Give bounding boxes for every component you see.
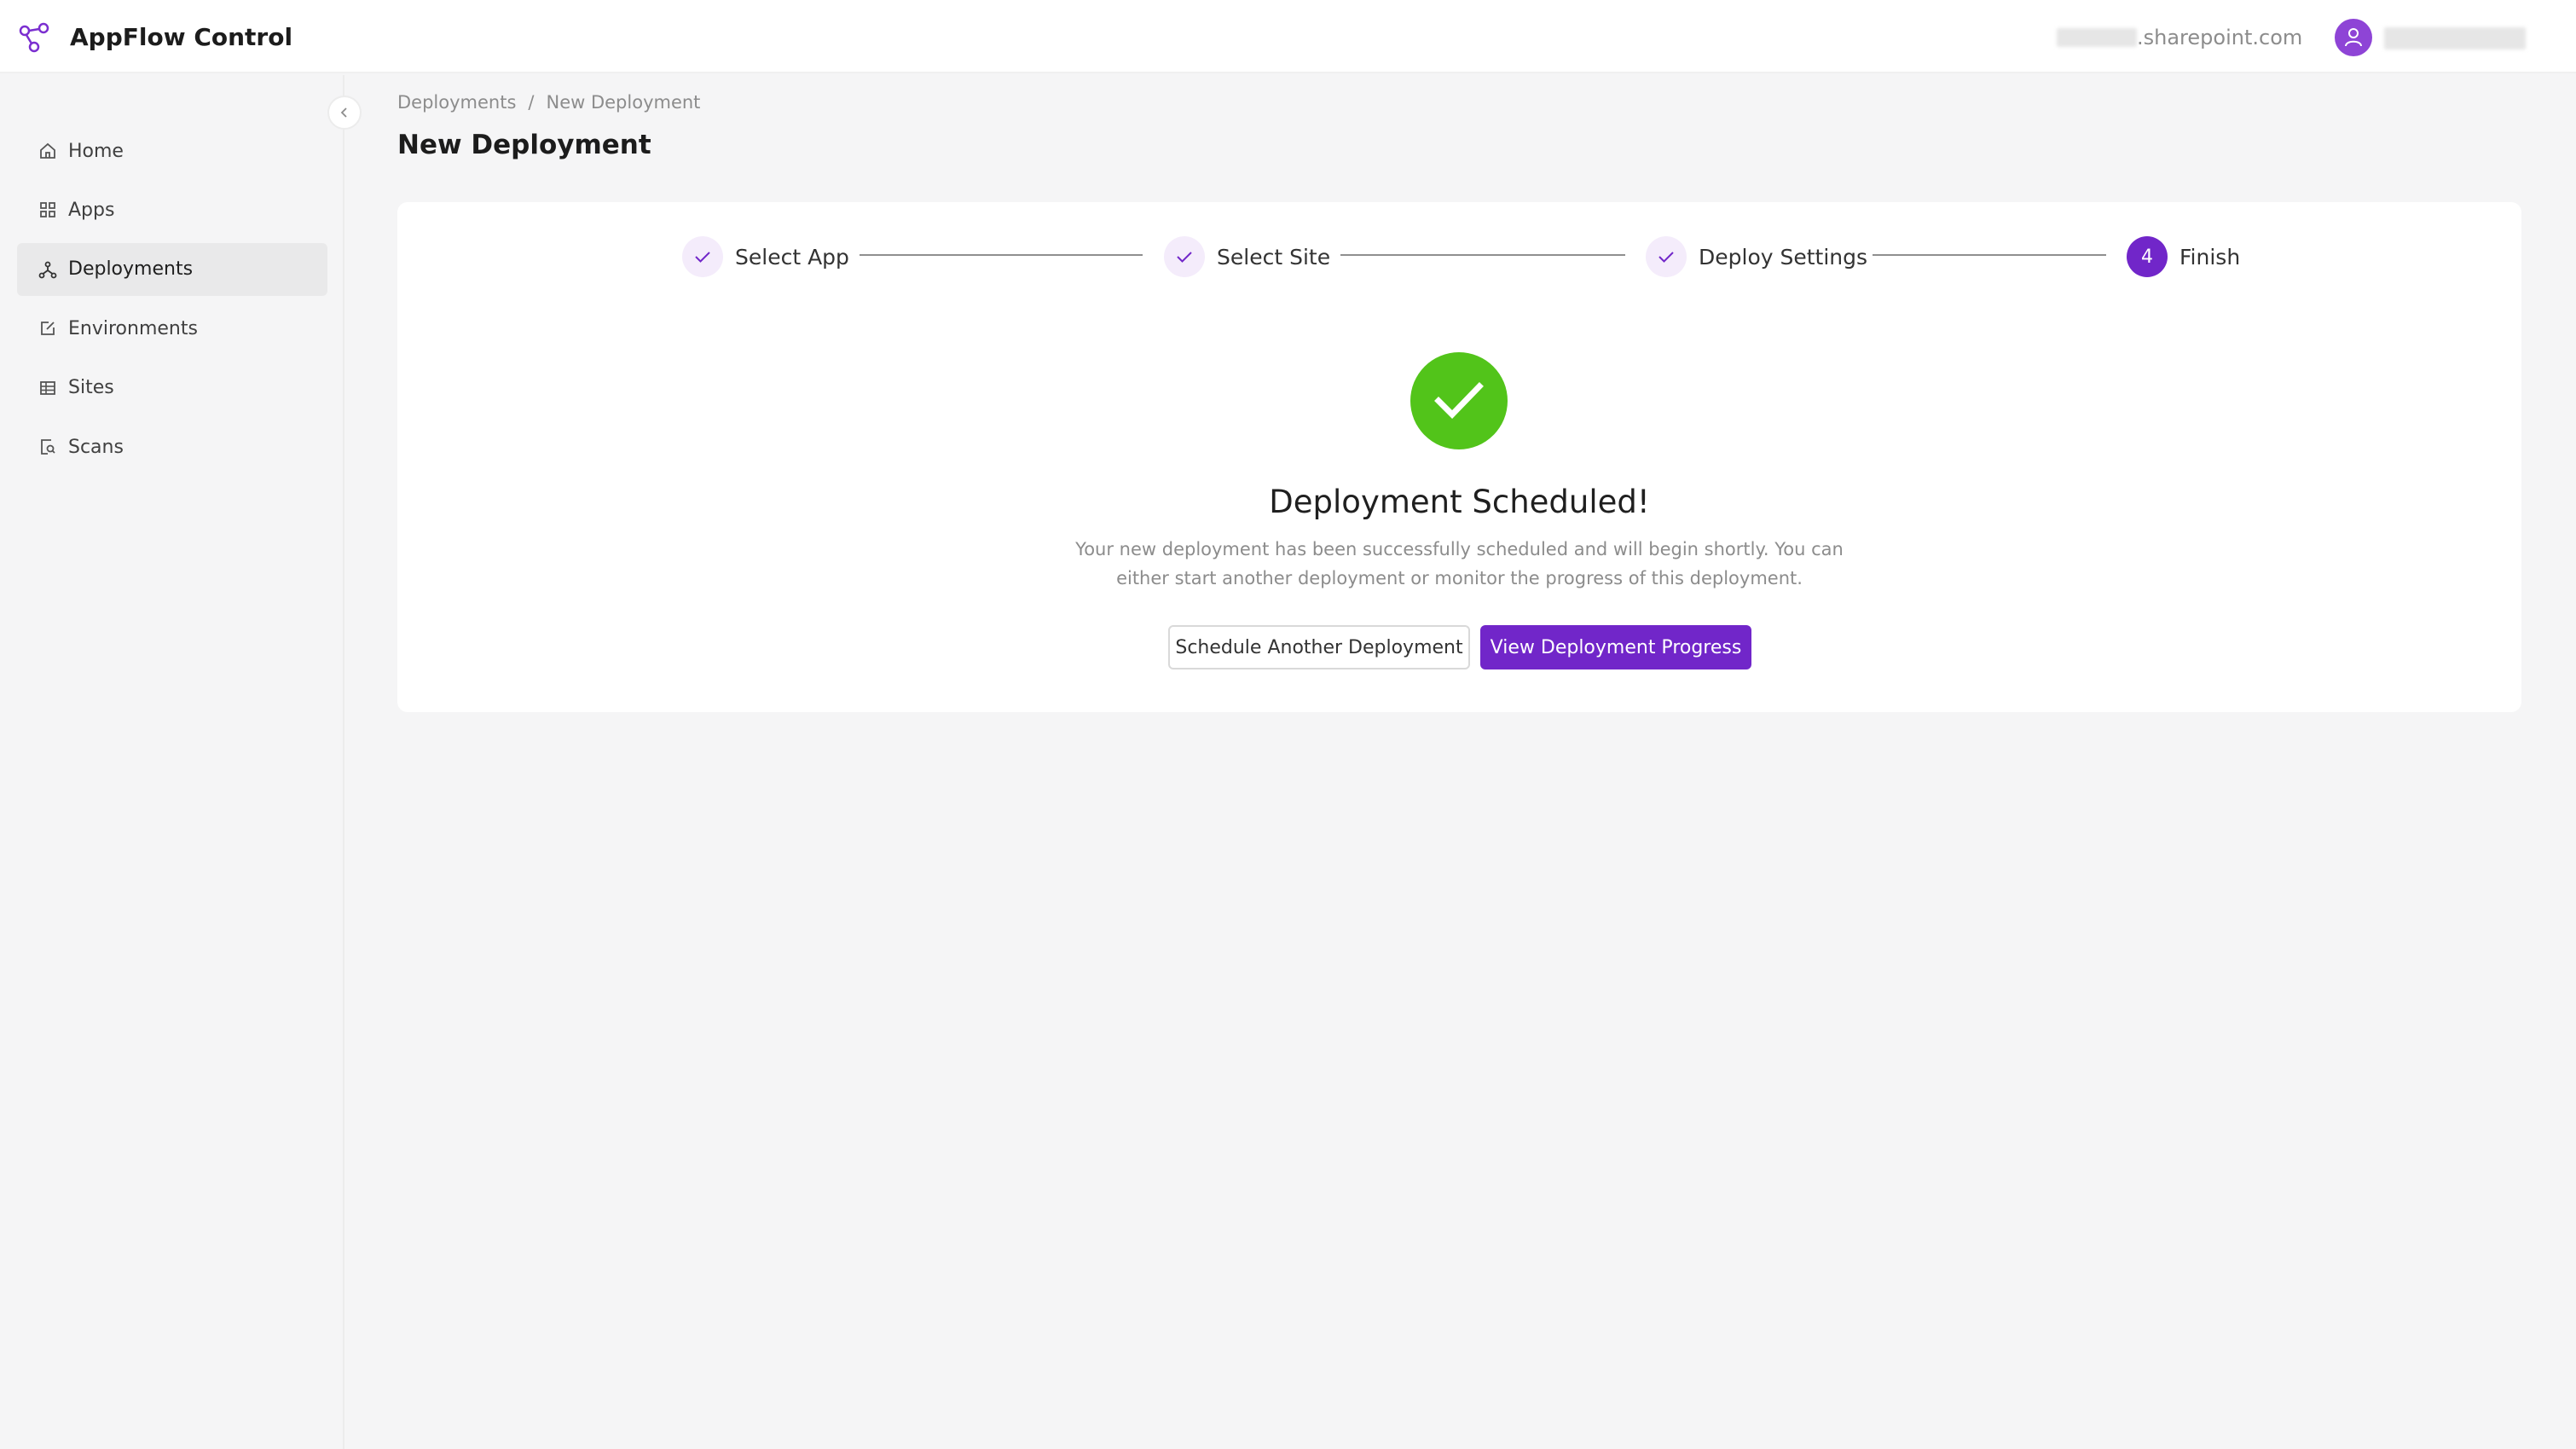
step-select-app: Select App xyxy=(682,233,849,281)
breadcrumb-link-deployments[interactable]: Deployments xyxy=(397,92,516,113)
avatar[interactable] xyxy=(2335,19,2372,56)
step-label: Select App xyxy=(735,244,849,270)
apps-grid-icon xyxy=(38,200,58,220)
step-check-icon xyxy=(1164,236,1205,277)
sidebar-item-label: Scans xyxy=(68,436,124,458)
home-icon xyxy=(38,141,58,161)
step-deploy-settings: Deploy Settings xyxy=(1646,233,1867,281)
step-label: Deploy Settings xyxy=(1699,244,1868,270)
step-select-site: Select Site xyxy=(1164,233,1330,281)
deployments-icon xyxy=(38,259,58,280)
sidebar-item-label: Deployments xyxy=(68,258,194,281)
breadcrumb-current: New Deployment xyxy=(546,92,701,113)
sidebar-item-scans[interactable]: Scans xyxy=(17,420,327,473)
step-number: 4 xyxy=(2127,236,2168,277)
sidebar-item-deployments[interactable]: Deployments xyxy=(17,242,327,296)
schedule-another-deployment-button[interactable]: Schedule Another Deployment xyxy=(1168,625,1470,669)
view-deployment-progress-button[interactable]: View Deployment Progress xyxy=(1480,625,1751,669)
step-label: Finish xyxy=(2179,244,2241,270)
result-title: Deployment Scheduled! xyxy=(1269,484,1650,520)
step-connector xyxy=(860,254,1143,256)
sidebar-collapse-button[interactable] xyxy=(327,96,362,130)
chevron-left-icon xyxy=(340,107,347,118)
edit-icon xyxy=(38,318,58,339)
success-check-icon xyxy=(1410,352,1508,449)
page-title: New Deployment xyxy=(397,130,651,160)
sidebar-item-label: Environments xyxy=(68,317,198,339)
step-label: Select Site xyxy=(1217,244,1331,270)
app-title: AppFlow Control xyxy=(70,23,293,51)
step-check-icon xyxy=(1646,236,1687,277)
sidebar-item-label: Sites xyxy=(68,377,114,399)
result-subtitle: Your new deployment has been successfull… xyxy=(1075,539,1844,588)
stepper: Select App Select Site Deploy Settings 4… xyxy=(397,233,2521,281)
user-name-redacted[interactable] xyxy=(2384,27,2526,49)
tenant-domain: .sharepoint.com xyxy=(2057,20,2302,55)
step-check-icon xyxy=(682,236,723,277)
sidebar-item-environments[interactable]: Environments xyxy=(17,302,327,355)
tenant-domain-text: .sharepoint.com xyxy=(2137,26,2303,49)
step-connector xyxy=(1873,254,2106,256)
breadcrumb-separator: / xyxy=(528,92,535,113)
tenant-name-redacted xyxy=(2057,28,2137,47)
breadcrumb: Deployments / New Deployment xyxy=(397,92,700,113)
deployment-result-card: Select App Select Site Deploy Settings 4… xyxy=(397,202,2521,712)
step-finish: 4 Finish xyxy=(2127,233,2240,281)
sidebar-item-label: Home xyxy=(68,140,124,162)
user-icon xyxy=(2345,28,2362,47)
scan-icon xyxy=(38,437,58,457)
logo-icon xyxy=(19,22,49,53)
sidebar-item-sites[interactable]: Sites xyxy=(17,362,327,414)
step-connector xyxy=(1340,254,1625,256)
sidebar-item-apps[interactable]: Apps xyxy=(17,183,327,236)
sidebar-item-label: Apps xyxy=(68,199,115,221)
sidebar-item-home[interactable]: Home xyxy=(17,125,327,177)
app-header: AppFlow Control .sharepoint.com xyxy=(0,0,2576,73)
sidebar: Home Apps Deployments Environments Sites… xyxy=(0,75,344,1449)
table-icon xyxy=(38,378,58,398)
